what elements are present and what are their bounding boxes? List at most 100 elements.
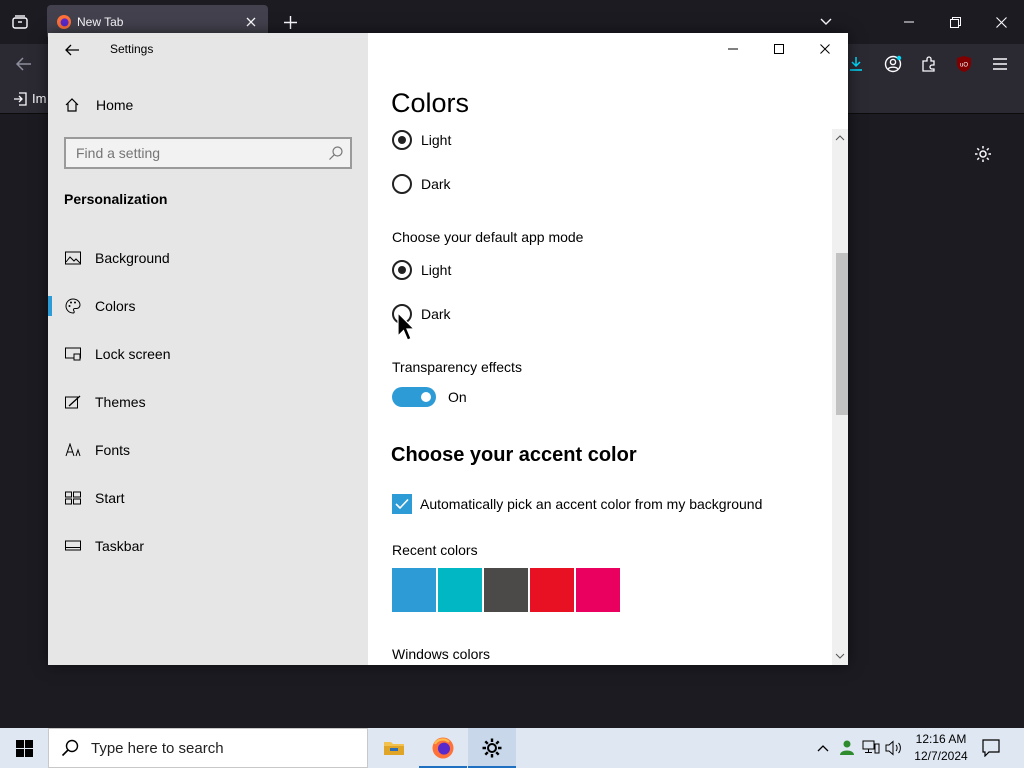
transparency-toggle[interactable] xyxy=(392,387,436,407)
window-title: Settings xyxy=(110,42,154,56)
nav-home[interactable]: Home xyxy=(64,93,133,117)
page-title: Colors xyxy=(391,88,470,118)
browser-close-icon[interactable] xyxy=(990,12,1012,32)
start-button[interactable] xyxy=(0,728,48,768)
maximize-button[interactable] xyxy=(756,33,802,65)
accent-color-heading: Choose your accent color xyxy=(391,444,637,466)
firefox-favicon-icon xyxy=(56,14,72,30)
clock-date: 12/7/2024 xyxy=(914,749,968,763)
new-tab-settings-gear-icon[interactable] xyxy=(972,143,994,165)
fonts-icon xyxy=(64,441,82,459)
close-button[interactable] xyxy=(802,33,848,65)
lock-screen-icon xyxy=(64,345,82,363)
themes-icon xyxy=(64,393,82,411)
recent-colors-label: Recent colors xyxy=(392,542,478,558)
nav-home-label: Home xyxy=(96,97,134,113)
windows-logo-icon xyxy=(15,739,33,757)
taskbar-app-file-explorer[interactable] xyxy=(370,728,418,768)
sidebar-item-background[interactable]: Background xyxy=(48,238,368,278)
sidebar-item-start[interactable]: Start xyxy=(48,478,368,518)
settings-window: Settings Home Personalization Background… xyxy=(48,33,848,665)
start-icon xyxy=(64,489,82,507)
import-bookmarks-label[interactable]: Im xyxy=(32,91,46,106)
color-swatch[interactable] xyxy=(576,568,620,612)
settings-content: Colors Light Dark Choose your default ap… xyxy=(368,33,848,665)
find-setting-input[interactable] xyxy=(66,139,306,167)
minimize-icon xyxy=(728,48,738,50)
mouse-cursor-icon xyxy=(397,312,415,342)
radio-button[interactable] xyxy=(392,260,412,280)
firefox-icon xyxy=(432,737,454,759)
back-arrow-icon[interactable] xyxy=(62,40,82,60)
sidebar-item-label: Colors xyxy=(95,298,136,314)
radio-label: Light xyxy=(421,262,452,278)
transparency-state: On xyxy=(448,389,467,405)
app-mode-label: Choose your default app mode xyxy=(392,229,584,245)
recent-colors xyxy=(392,568,622,612)
volume-icon[interactable] xyxy=(884,738,904,758)
checkmark-icon xyxy=(395,498,409,510)
scroll-up-icon[interactable] xyxy=(835,133,845,143)
taskbar: Type here to search 12:16 AM 12/7/2024 xyxy=(0,728,1024,768)
network-icon[interactable] xyxy=(861,738,881,758)
taskbar-app-settings[interactable] xyxy=(468,728,516,768)
windows-mode-light-option[interactable]: Light xyxy=(392,130,451,150)
new-tab-icon[interactable] xyxy=(280,12,300,32)
auto-accent-checkbox[interactable] xyxy=(392,494,412,514)
account-icon[interactable] xyxy=(882,54,904,74)
section-title-personalization: Personalization xyxy=(64,191,168,207)
radio-button[interactable] xyxy=(392,174,412,194)
tab-list-icon[interactable] xyxy=(9,12,31,32)
sidebar-item-themes[interactable]: Themes xyxy=(48,382,368,422)
app-mode-light-option[interactable]: Light xyxy=(392,260,451,280)
close-tab-icon[interactable] xyxy=(243,14,259,30)
scrollbar-thumb[interactable] xyxy=(836,253,848,415)
sidebar-item-label: Taskbar xyxy=(95,538,145,554)
notification-center-icon[interactable] xyxy=(981,738,1001,758)
browser-restore-icon[interactable] xyxy=(944,12,966,32)
color-swatch[interactable] xyxy=(530,568,574,612)
radio-label: Dark xyxy=(421,176,451,192)
scroll-down-icon[interactable] xyxy=(835,651,845,661)
sidebar-item-fonts[interactable]: Fonts xyxy=(48,430,368,470)
tab-overflow-chevron-icon[interactable] xyxy=(816,12,836,32)
download-icon[interactable] xyxy=(845,54,867,74)
sidebar-item-label: Lock screen xyxy=(95,346,171,362)
sidebar-item-label: Start xyxy=(95,490,125,506)
color-swatch[interactable] xyxy=(484,568,528,612)
color-swatch[interactable] xyxy=(392,568,436,612)
search-icon[interactable] xyxy=(328,145,344,161)
gear-icon xyxy=(482,738,502,758)
sidebar-item-label: Themes xyxy=(95,394,146,410)
app-menu-icon[interactable] xyxy=(989,54,1011,74)
home-icon xyxy=(65,98,79,112)
back-icon[interactable] xyxy=(13,54,35,74)
sidebar-item-lock-screen[interactable]: Lock screen xyxy=(48,334,368,374)
windows-colors-label: Windows colors xyxy=(392,646,491,662)
svg-text:uO: uO xyxy=(960,63,968,69)
import-bookmarks-icon[interactable] xyxy=(13,92,27,106)
browser-minimize-icon[interactable] xyxy=(898,12,920,32)
extensions-icon[interactable] xyxy=(918,54,940,74)
windows-mode-dark-option[interactable]: Dark xyxy=(392,174,451,194)
auto-accent-checkbox-row[interactable]: Automatically pick an accent color from … xyxy=(392,494,762,514)
show-hidden-icons-chevron-icon[interactable] xyxy=(813,738,833,758)
clock-time: 12:16 AM xyxy=(915,732,967,746)
taskbar-app-firefox[interactable] xyxy=(419,728,467,768)
folder-icon xyxy=(384,742,404,755)
minimize-button[interactable] xyxy=(710,33,756,65)
content-scrollbar[interactable] xyxy=(832,129,848,665)
sidebar-item-taskbar[interactable]: Taskbar xyxy=(48,526,368,566)
taskbar-search-box[interactable]: Type here to search xyxy=(48,728,368,768)
taskbar-clock[interactable]: 12:16 AM 12/7/2024 xyxy=(906,731,976,765)
people-tray-icon[interactable] xyxy=(837,738,857,758)
color-swatch[interactable] xyxy=(438,568,482,612)
sidebar-item-colors[interactable]: Colors xyxy=(48,286,368,326)
radio-button[interactable] xyxy=(392,130,412,150)
search-icon xyxy=(61,739,79,757)
maximize-icon xyxy=(774,44,784,54)
find-setting-search-box[interactable] xyxy=(64,137,352,169)
ublock-origin-icon[interactable]: uO xyxy=(953,54,975,74)
transparency-label: Transparency effects xyxy=(392,359,522,375)
taskbar-search-placeholder: Type here to search xyxy=(91,739,224,757)
